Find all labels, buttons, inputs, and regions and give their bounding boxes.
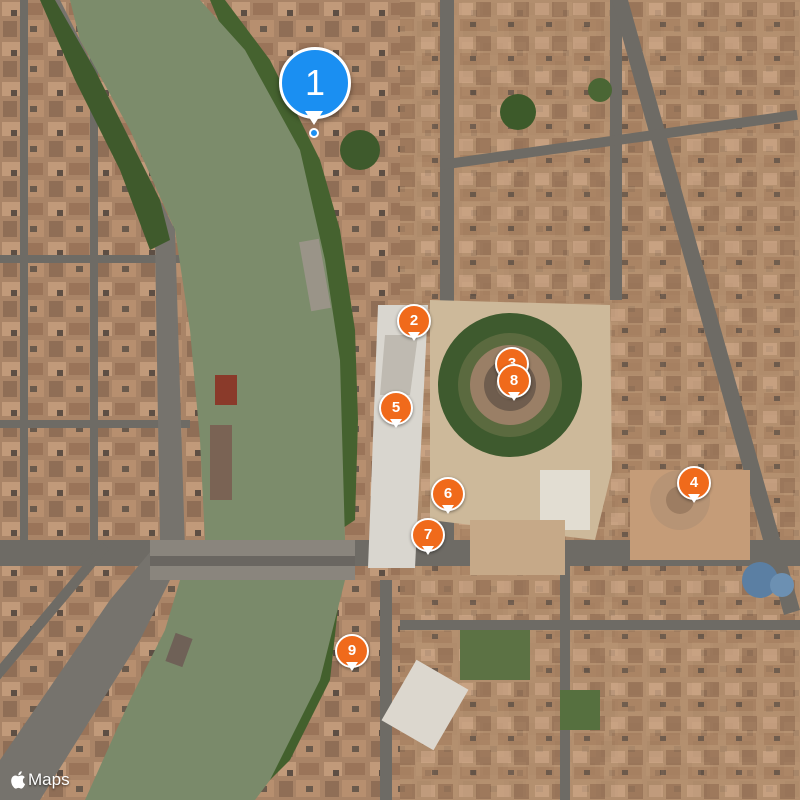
map-marker-4[interactable]: 4 (677, 466, 711, 508)
pin-label: 9 (347, 642, 357, 659)
map-marker-6[interactable]: 6 (431, 477, 465, 519)
pin-label: 5 (391, 399, 401, 416)
map-marker-8[interactable]: 8 (497, 364, 531, 406)
pin-label: 1 (304, 62, 326, 103)
map-marker-7[interactable]: 7 (411, 518, 445, 560)
map-marker-9[interactable]: 9 (335, 634, 369, 676)
pin-label: 6 (443, 485, 453, 502)
map-marker-5[interactable]: 5 (379, 391, 413, 433)
map-marker-2[interactable]: 2 (397, 304, 431, 346)
apple-logo-icon (11, 771, 26, 789)
pin-label: 4 (689, 474, 699, 491)
map-canvas[interactable]: 1 2 3 4 5 6 7 8 9 Maps (0, 0, 800, 800)
primary-location-pin[interactable]: 1 (279, 47, 351, 139)
pin-location-dot (309, 128, 319, 138)
pin-label: 8 (509, 372, 519, 389)
pin-label: 7 (423, 526, 433, 543)
attribution-text: Maps (28, 770, 70, 789)
pin-label: 2 (409, 312, 419, 329)
maps-attribution[interactable]: Maps (10, 770, 70, 790)
